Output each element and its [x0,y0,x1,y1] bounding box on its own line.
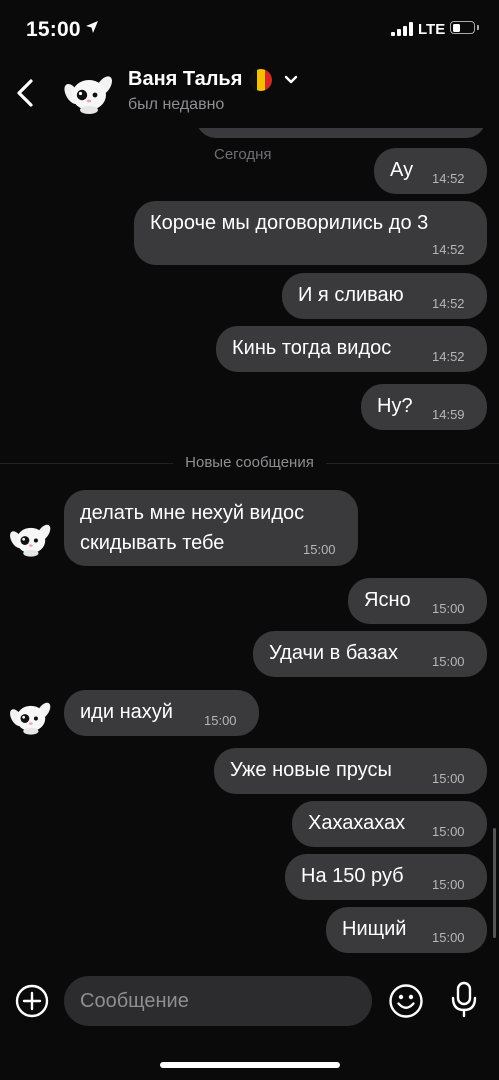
message-time: 15:00 [432,824,465,839]
belgium-flag-icon [250,69,272,91]
message-time: 15:00 [204,713,237,728]
message-time: 14:52 [432,349,465,364]
message-composer [0,968,499,1038]
message-text: Кинь тогда видос [232,337,392,359]
message-bubble-incoming[interactable]: делать мне нехуй видос скидывать тебе 15… [64,490,358,566]
message-time: 15:00 [432,877,465,892]
message-bubble-outgoing[interactable]: Нищий 15:00 [326,907,487,953]
signal-bars-icon [391,22,415,36]
message-bubble-outgoing[interactable]: Хахахахах 15:00 [292,801,487,847]
message-time: 14:52 [432,242,465,257]
flag-stripe [257,69,265,91]
message-bubble-outgoing[interactable]: Кинь тогда видос 14:52 [216,326,487,372]
message-time: 15:00 [303,542,336,557]
battery-icon [450,21,475,34]
message-bubble-outgoing[interactable]: Удачи в базах 15:00 [253,631,487,677]
message-bubble-outgoing[interactable]: Ясно 15:00 [348,578,487,624]
message-bubble-clipped [196,128,486,138]
plus-circle-icon[interactable] [15,984,49,1018]
message-text: Ну? [377,395,413,417]
message-bubble-outgoing[interactable]: Ау 14:52 [374,148,487,194]
message-time: 15:00 [432,654,465,669]
status-time: 15:00 [26,18,81,41]
message-list[interactable]: Сегодня Ау 14:52 Короче мы договорились … [0,128,499,968]
flag-stripe [250,69,258,91]
status-bar: 15:00 LTE [0,0,499,60]
home-indicator[interactable] [160,1062,340,1068]
chat-screen: 15:00 LTE Ваня Талья был недавно Сегодня… [0,0,499,1080]
chat-header: Ваня Талья был недавно [0,60,499,128]
message-time: 15:00 [432,771,465,786]
chevron-down-icon[interactable] [283,74,299,86]
battery-cap [477,25,479,30]
message-time: 15:00 [432,601,465,616]
message-text: И я сливаю [298,284,404,306]
message-time: 15:00 [432,930,465,945]
message-bubble-outgoing[interactable]: Уже новые прусы 15:00 [214,748,487,794]
message-bubble-incoming[interactable]: иди нахуй 15:00 [64,690,259,736]
network-type: LTE [418,21,446,38]
message-time: 14:52 [432,296,465,311]
message-text: На 150 руб [301,865,404,887]
bunny-avatar-icon[interactable] [62,66,114,118]
message-text: иди нахуй [80,701,173,723]
bunny-avatar-icon[interactable] [8,694,52,738]
message-text: Ау [390,159,414,181]
message-bubble-outgoing[interactable]: И я сливаю 14:52 [282,273,487,319]
message-bubble-outgoing[interactable]: Короче мы договорились до 3 14:52 [134,201,487,265]
message-input[interactable] [64,976,372,1026]
message-time: 14:59 [432,407,465,422]
bunny-avatar-icon[interactable] [8,516,52,560]
scrollbar[interactable] [493,828,496,938]
contact-last-seen: был недавно [128,96,225,113]
message-bubble-outgoing[interactable]: На 150 руб 15:00 [285,854,487,900]
message-text: Удачи в базах [269,642,399,664]
new-messages-label: Новые сообщения [0,454,499,471]
location-arrow-icon [86,21,98,33]
message-text: Хахахахах [308,812,406,834]
microphone-icon[interactable] [450,981,478,1019]
chevron-left-icon[interactable] [12,76,40,110]
message-text: Короче мы договорились до 3 [150,212,429,234]
message-time: 14:52 [432,171,465,186]
message-text: делать мне нехуй видос [80,502,305,524]
message-text: Уже новые прусы [230,759,392,781]
message-text: Ясно [364,589,411,611]
message-text-line2: скидывать тебе [80,532,225,554]
flag-stripe [264,69,272,91]
contact-name[interactable]: Ваня Талья [128,68,242,91]
message-bubble-outgoing[interactable]: Ну? 14:59 [361,384,487,430]
emoji-icon[interactable] [388,983,424,1019]
message-text: Нищий [342,918,407,940]
